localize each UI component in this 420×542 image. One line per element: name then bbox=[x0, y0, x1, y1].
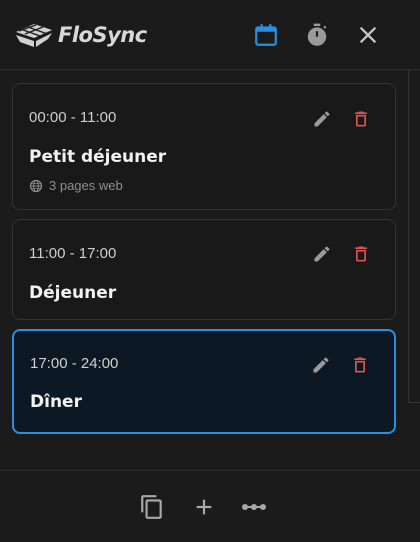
app-window: FloSync 00:00 - 11:00 Petit déjeuner 3 p… bbox=[0, 0, 420, 542]
flosync-logo-icon bbox=[16, 24, 52, 47]
calendar-icon bbox=[255, 24, 277, 46]
timer-button[interactable] bbox=[302, 20, 332, 50]
pencil-icon bbox=[314, 111, 330, 127]
meal-time: 17:00 - 24:00 bbox=[30, 355, 119, 372]
meal-card-selected[interactable]: 17:00 - 24:00 Dîner bbox=[12, 329, 396, 434]
close-button[interactable] bbox=[353, 20, 383, 50]
add-button[interactable] bbox=[188, 491, 220, 523]
footer-toolbar bbox=[0, 470, 420, 542]
pencil-icon bbox=[314, 246, 330, 262]
panel-edge-corner bbox=[408, 402, 420, 403]
pencil-icon bbox=[313, 357, 329, 373]
meal-title: Petit déjeuner bbox=[29, 147, 167, 167]
delete-button[interactable] bbox=[348, 106, 374, 132]
edit-button[interactable] bbox=[309, 241, 335, 267]
app-logo: FloSync bbox=[14, 18, 147, 52]
panel-edge bbox=[408, 70, 409, 402]
meal-time: 11:00 - 17:00 bbox=[29, 245, 117, 262]
duplicate-icon bbox=[141, 495, 162, 519]
close-icon bbox=[359, 26, 377, 44]
timer-icon bbox=[307, 23, 327, 46]
meal-title: Dîner bbox=[30, 392, 82, 412]
meal-time: 00:00 - 11:00 bbox=[29, 109, 117, 126]
meal-title: Déjeuner bbox=[29, 283, 117, 303]
meal-subtitle: 3 pages web bbox=[29, 178, 123, 193]
calendar-button[interactable] bbox=[251, 20, 281, 50]
web-pages-count: 3 pages web bbox=[49, 178, 123, 193]
more-icon bbox=[242, 504, 266, 510]
delete-button[interactable] bbox=[348, 241, 374, 267]
edit-button[interactable] bbox=[309, 106, 335, 132]
add-icon bbox=[196, 499, 212, 515]
edit-button[interactable] bbox=[308, 352, 334, 378]
more-button[interactable] bbox=[238, 491, 270, 523]
trash-icon bbox=[355, 246, 367, 262]
header-bar: FloSync bbox=[0, 0, 420, 70]
delete-button[interactable] bbox=[347, 352, 373, 378]
duplicate-button[interactable] bbox=[136, 491, 168, 523]
trash-icon bbox=[355, 111, 367, 127]
meal-card[interactable]: 11:00 - 17:00 Déjeuner bbox=[12, 219, 396, 320]
globe-icon bbox=[29, 179, 43, 192]
app-name: FloSync bbox=[58, 23, 147, 47]
trash-icon bbox=[354, 357, 366, 373]
meal-card[interactable]: 00:00 - 11:00 Petit déjeuner 3 pages web bbox=[12, 83, 396, 210]
